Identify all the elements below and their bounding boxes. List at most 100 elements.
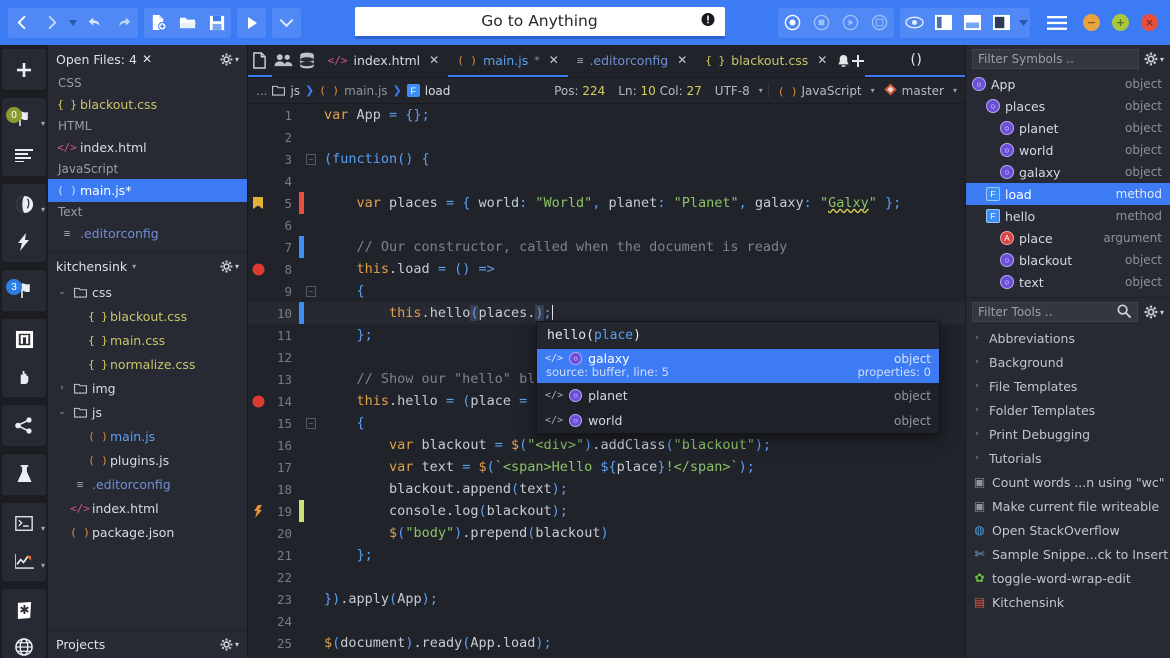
tool-expand-icon[interactable]: › bbox=[970, 381, 984, 391]
tree-item[interactable]: { }normalize.css bbox=[48, 352, 247, 376]
tree-item[interactable]: ≡.editorconfig bbox=[48, 472, 247, 496]
chart-button[interactable]: ▾ bbox=[2, 542, 46, 579]
code-line[interactable]: 9− { bbox=[248, 280, 965, 302]
autocomplete-item-selected[interactable]: </> ○ galaxy object source: buffer, line… bbox=[537, 349, 939, 383]
warning-icon[interactable] bbox=[248, 505, 268, 518]
tree-item[interactable]: ( )main.js bbox=[48, 424, 247, 448]
tree-toggle-icon[interactable]: ⌄ bbox=[56, 287, 68, 297]
filter-tools-input[interactable] bbox=[972, 302, 1138, 322]
tree-toggle-icon[interactable]: ⌄ bbox=[56, 407, 68, 417]
tab-close-icon[interactable]: ✕ bbox=[814, 53, 827, 67]
editor-tab[interactable]: ( )main.js*✕ bbox=[448, 45, 568, 77]
chart-caret-icon[interactable]: ▾ bbox=[41, 561, 45, 570]
bookmark-icon[interactable] bbox=[248, 197, 268, 209]
editor-tab[interactable]: ≡.editorconfig✕ bbox=[568, 45, 696, 77]
tab-symbols[interactable]: () bbox=[865, 45, 965, 77]
back-button[interactable] bbox=[8, 8, 37, 38]
code-line[interactable]: 23}).apply(App); bbox=[248, 588, 965, 610]
undo-button[interactable] bbox=[80, 8, 109, 38]
goto-anything-input[interactable] bbox=[355, 7, 725, 36]
tool-item[interactable]: ›Tutorials bbox=[966, 446, 1170, 470]
code-line[interactable]: 3−(function() { bbox=[248, 148, 965, 170]
code-line[interactable]: 20 $("body").prepend(blackout) bbox=[248, 522, 965, 544]
branch-field[interactable]: master bbox=[880, 83, 948, 99]
open-folder-button[interactable] bbox=[173, 8, 202, 38]
projects-gear-icon[interactable]: ▾ bbox=[220, 638, 239, 651]
browser-preview-button[interactable]: ▾ bbox=[2, 186, 46, 223]
tool-item[interactable]: ▤Kitchensink bbox=[966, 590, 1170, 614]
play-macro-button[interactable] bbox=[836, 8, 865, 38]
tree-item[interactable]: { }main.css bbox=[48, 328, 247, 352]
code-line[interactable]: 19 console.log(blackout); bbox=[248, 500, 965, 522]
tool-expand-icon[interactable]: › bbox=[970, 333, 984, 343]
record-macro-button[interactable] bbox=[778, 8, 807, 38]
editor-tab[interactable]: { }blackout.css✕ bbox=[696, 45, 836, 77]
tree-item[interactable]: ( )plugins.js bbox=[48, 448, 247, 472]
code-line[interactable]: 18 blackout.append(text); bbox=[248, 478, 965, 500]
panel-toggle-button[interactable] bbox=[2, 321, 46, 358]
layout-bottom-pane-button[interactable] bbox=[958, 8, 987, 38]
tab-database[interactable] bbox=[295, 45, 319, 77]
output-button[interactable] bbox=[2, 137, 46, 174]
symbol-item[interactable]: ○galaxyobject bbox=[966, 161, 1170, 183]
tree-item[interactable]: ›img bbox=[48, 376, 247, 400]
code-line[interactable]: 16 var blackout = $("<div>").addClass("b… bbox=[248, 434, 965, 456]
breakpoint-icon[interactable] bbox=[248, 395, 268, 408]
notifications-bell-icon[interactable] bbox=[836, 45, 851, 77]
code-line[interactable]: 8 this.load = () => bbox=[248, 258, 965, 280]
search-icon[interactable] bbox=[1117, 303, 1131, 322]
open-file-item[interactable]: ≡ .editorconfig bbox=[48, 222, 247, 245]
problems-button[interactable]: 0 ▾ bbox=[2, 100, 46, 137]
web-button[interactable] bbox=[2, 628, 46, 658]
tree-item[interactable]: { }blackout.css bbox=[48, 304, 247, 328]
tree-toggle-icon[interactable]: › bbox=[56, 383, 68, 393]
snippet-button[interactable]: ✱ bbox=[2, 591, 46, 628]
autocomplete-popup[interactable]: hello(place) </> ○ galaxy object source:… bbox=[536, 321, 940, 434]
save-button[interactable] bbox=[202, 8, 231, 38]
tool-expand-icon[interactable]: › bbox=[970, 405, 984, 415]
tool-item[interactable]: ›Print Debugging bbox=[966, 422, 1170, 446]
autocomplete-item[interactable]: </> ○ world object bbox=[537, 408, 939, 433]
tool-item[interactable]: ›Folder Templates bbox=[966, 398, 1170, 422]
code-line[interactable]: 1var App = {}; bbox=[248, 104, 965, 126]
language-field[interactable]: ( ) JavaScript bbox=[774, 84, 866, 98]
project-caret-icon[interactable]: ▾ bbox=[132, 262, 136, 271]
breadcrumb-folder[interactable]: js bbox=[272, 84, 300, 98]
symbol-item[interactable]: Aplaceargument bbox=[966, 227, 1170, 249]
tool-expand-icon[interactable]: › bbox=[970, 429, 984, 439]
symbol-item[interactable]: ○Appobject bbox=[966, 73, 1170, 95]
tree-item[interactable]: ( )package.json bbox=[48, 520, 247, 544]
code-line[interactable]: 6 bbox=[248, 214, 965, 236]
open-file-item[interactable]: </> index.html bbox=[48, 136, 247, 159]
run-button[interactable] bbox=[237, 8, 266, 38]
encoding-caret-icon[interactable]: ▾ bbox=[759, 86, 763, 95]
symbol-item[interactable]: ○worldobject bbox=[966, 139, 1170, 161]
fold-toggle-icon[interactable]: − bbox=[304, 286, 318, 297]
new-file-button[interactable] bbox=[144, 8, 173, 38]
goto-anything-bar[interactable] bbox=[355, 7, 725, 39]
terminal-caret-icon[interactable]: ▾ bbox=[41, 524, 45, 533]
project-gear-icon[interactable]: ▾ bbox=[220, 260, 239, 273]
forward-button[interactable] bbox=[37, 8, 66, 38]
beaker-button[interactable] bbox=[2, 456, 46, 493]
info-icon[interactable] bbox=[701, 12, 715, 31]
terminal-button[interactable]: ▾ bbox=[2, 505, 46, 542]
code-line[interactable]: 22 bbox=[248, 566, 965, 588]
tree-item[interactable]: </>index.html bbox=[48, 496, 247, 520]
tool-item[interactable]: ✿toggle-word-wrap-edit bbox=[966, 566, 1170, 590]
autocomplete-item[interactable]: </> ○ planet object bbox=[537, 383, 939, 408]
maximize-button[interactable]: + bbox=[1112, 14, 1129, 31]
language-caret-icon[interactable]: ▾ bbox=[871, 86, 875, 95]
layout-dropdown-caret-icon[interactable] bbox=[1016, 8, 1030, 38]
add-button[interactable] bbox=[2, 51, 46, 88]
share-button[interactable] bbox=[2, 407, 46, 444]
close-button[interactable]: × bbox=[1141, 14, 1158, 31]
changes-button[interactable]: 3 bbox=[2, 272, 46, 309]
symbols-gear-icon[interactable]: ▾ bbox=[1144, 52, 1164, 66]
pointer-button[interactable] bbox=[2, 358, 46, 395]
symbol-item[interactable]: ○placesobject bbox=[966, 95, 1170, 117]
symbol-item[interactable]: ○textobject bbox=[966, 271, 1170, 293]
tree-item[interactable]: ⌄js bbox=[48, 400, 247, 424]
open-file-item[interactable]: { } blackout.css bbox=[48, 93, 247, 116]
line-col-field[interactable]: Ln: 10 Col: 27 bbox=[614, 84, 706, 98]
